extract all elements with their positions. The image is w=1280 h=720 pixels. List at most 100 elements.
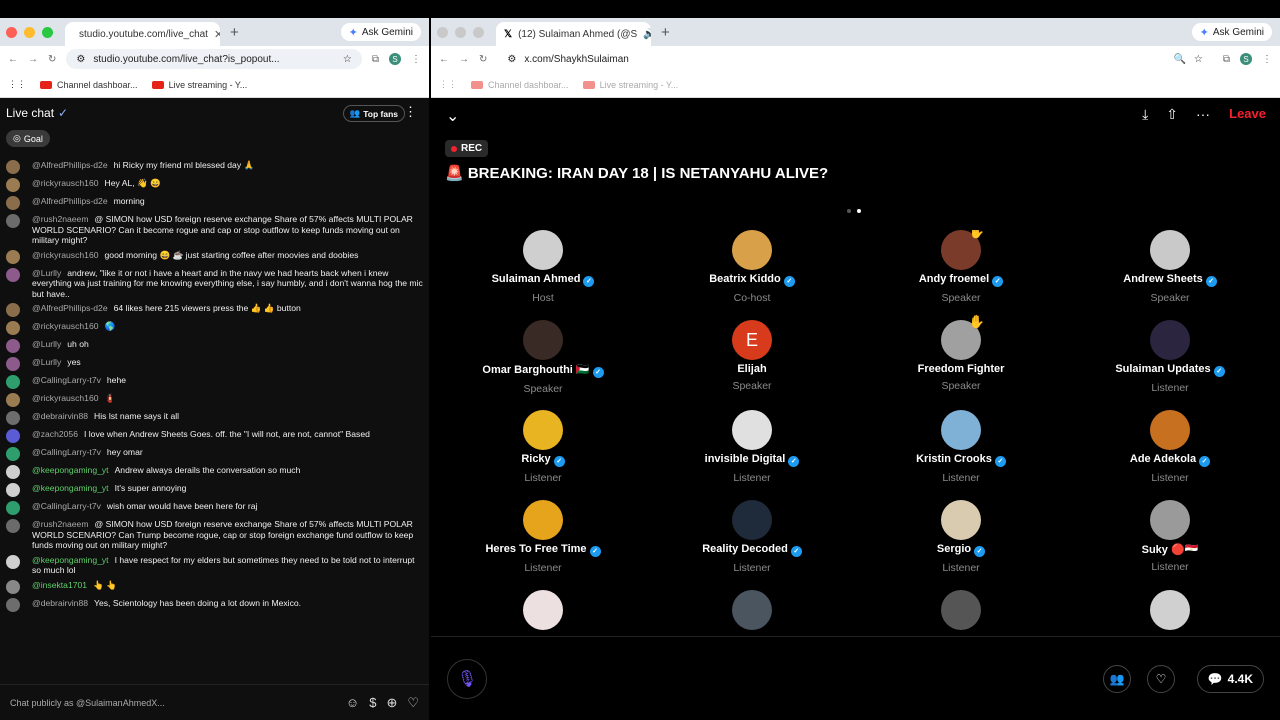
author-avatar[interactable] — [6, 447, 20, 461]
participant[interactable]: Omar Barghouthi 🇵🇸 ✓ Speaker — [443, 320, 643, 395]
author-name[interactable]: @Lurlly — [32, 268, 61, 278]
page-dot[interactable] — [857, 209, 861, 213]
chat-message[interactable]: @rickyrausch160 Hey AL, 👋 😀 — [0, 176, 429, 194]
author-name[interactable]: @rickyrausch160 — [32, 321, 99, 331]
participant[interactable]: ✋ Freedom Fighter Speaker — [861, 314, 1061, 392]
new-tab-button[interactable]: + — [230, 24, 239, 41]
participant-avatar[interactable] — [732, 590, 772, 630]
site-info-icon[interactable]: ⚙ — [76, 54, 85, 65]
author-avatar[interactable] — [6, 303, 20, 317]
author-avatar[interactable] — [6, 579, 20, 594]
participant-avatar[interactable]: ✋ — [941, 314, 985, 360]
bookmark-star-icon[interactable]: ☆ — [343, 54, 352, 65]
extensions-icon[interactable]: ⧉ — [372, 54, 379, 65]
participant-avatar[interactable]: E — [732, 320, 772, 360]
author-avatar[interactable] — [6, 249, 20, 264]
browser-tab[interactable]: 𝕏 (12) Sulaiman Ahmed (@S 🔊 ✕ — [496, 22, 651, 46]
author-name[interactable]: @debrairvin88 — [32, 598, 88, 608]
forward-icon[interactable]: → — [28, 54, 38, 65]
zoom-icon[interactable]: 🔍 — [1173, 54, 1185, 65]
author-avatar[interactable] — [6, 429, 20, 443]
participant[interactable] — [861, 590, 1061, 630]
author-avatar[interactable] — [6, 160, 20, 174]
author-avatar[interactable] — [6, 214, 20, 228]
participant-avatar[interactable] — [1150, 230, 1190, 270]
bookmark-live-streaming[interactable]: Live streaming - Y... — [582, 80, 678, 90]
chat-message[interactable]: @Lurlly yes — [0, 355, 429, 373]
page-dot[interactable] — [847, 209, 851, 213]
chat-message[interactable]: @insekta1701 👆 👆 — [0, 578, 429, 596]
close-tab-icon[interactable]: ✕ — [214, 28, 220, 41]
bookmark-star-icon[interactable]: ☆ — [1194, 54, 1203, 65]
chat-message[interactable]: @CallingLarry-t7v hehe — [0, 373, 429, 391]
participant-avatar[interactable] — [523, 590, 563, 630]
participant[interactable]: Ricky ✓ Listener — [443, 410, 643, 484]
apps-icon[interactable]: ⋮⋮ — [8, 79, 26, 90]
minimize-window-icon[interactable] — [455, 26, 466, 38]
participant[interactable] — [1070, 590, 1270, 630]
author-avatar[interactable] — [6, 411, 20, 425]
url-field[interactable]: ⚙ studio.youtube.com/live_chat?is_popout… — [66, 49, 362, 69]
maximize-window-icon[interactable] — [42, 26, 53, 38]
back-icon[interactable]: ← — [8, 54, 18, 65]
participant-avatar[interactable] — [1150, 500, 1190, 540]
participant-avatar[interactable] — [941, 410, 981, 450]
participant-avatar[interactable] — [732, 500, 772, 540]
author-avatar[interactable] — [6, 501, 20, 515]
participant[interactable]: Heres To Free Time ✓ Listener — [443, 500, 643, 574]
chat-message[interactable]: @rush2naeem @ SIMON how USD foreign reser… — [0, 517, 429, 553]
back-icon[interactable]: ← — [439, 54, 449, 65]
chat-message[interactable]: @keepongaming_yt I have respect for my el… — [0, 553, 429, 578]
chat-message[interactable]: @rickyrausch160 good morning 😄 ☕ just sta… — [0, 248, 429, 266]
more-icon[interactable]: ··· — [1196, 106, 1210, 123]
chat-message[interactable]: @Lurlly andrew, "like it or not i have a … — [0, 266, 429, 302]
author-name[interactable]: @CallingLarry-t7v — [32, 501, 101, 511]
chat-message[interactable]: @AlfredPhillips-d2e hi Ricky my friend ml… — [0, 158, 429, 176]
author-avatar[interactable] — [6, 357, 20, 371]
author-name[interactable]: @AlfredPhillips-d2e — [32, 303, 108, 313]
chevron-down-icon[interactable]: ⌄ — [446, 106, 459, 126]
chat-message[interactable]: @rickyrausch160 🌎 — [0, 319, 429, 337]
bookmark-channel-dashboard[interactable]: Channel dashboar... — [471, 80, 569, 90]
chat-message[interactable]: @keepongaming_yt Andrew always derails th… — [0, 463, 429, 481]
participant[interactable] — [443, 590, 643, 630]
author-avatar[interactable] — [6, 339, 20, 353]
emoji-icon[interactable]: ☺ — [346, 695, 359, 711]
chat-message[interactable]: @CallingLarry-t7v hey omar — [0, 445, 429, 463]
author-name[interactable]: @rickyrausch160 — [32, 250, 99, 260]
participant[interactable]: Sulaiman Ahmed ✓ Host — [443, 230, 643, 304]
participant-avatar[interactable]: ✋ — [941, 230, 985, 270]
top-fans-button[interactable]: 👥 Top fans — [342, 105, 405, 122]
chat-message[interactable]: @CallingLarry-t7v wish omar would have be… — [0, 499, 429, 517]
minimize-space-icon[interactable]: ⤓ — [1142, 106, 1148, 123]
goal-chip[interactable]: ◎ Goal — [6, 130, 50, 147]
bookmark-live-streaming[interactable]: Live streaming - Y... — [151, 80, 247, 90]
participant[interactable] — [652, 590, 852, 630]
browser-tab[interactable]: studio.youtube.com/live_chat ✕ — [65, 22, 220, 46]
forward-icon[interactable]: → — [459, 54, 469, 65]
menu-icon[interactable]: ⋮ — [1262, 54, 1272, 65]
participant[interactable]: Reality Decoded ✓ Listener — [652, 500, 852, 574]
author-name[interactable]: @keepongaming_yt — [32, 483, 109, 493]
participant-avatar[interactable] — [732, 230, 772, 270]
participant[interactable]: E Elijah Speaker — [652, 320, 852, 392]
minimize-window-icon[interactable] — [24, 26, 35, 38]
author-name[interactable]: @debrairvin88 — [32, 411, 88, 421]
speaker-icon[interactable]: 🔊 — [643, 29, 651, 40]
comments-button[interactable]: 💬 4.4K — [1196, 665, 1264, 693]
apps-icon[interactable]: ⋮⋮ — [439, 79, 457, 90]
participant[interactable]: Sulaiman Updates ✓ Listener — [1070, 320, 1270, 394]
chat-message[interactable]: @debrairvin88 His lst name says it all — [0, 409, 429, 427]
author-avatar[interactable] — [6, 196, 20, 210]
participant-avatar[interactable] — [523, 320, 563, 360]
chat-message-list[interactable]: @AlfredPhillips-d2e hi Ricky my friend ml… — [0, 158, 429, 698]
maximize-window-icon[interactable] — [473, 26, 484, 38]
chat-message[interactable]: @debrairvin88 Yes, Scientology has been d… — [0, 596, 429, 614]
author-name[interactable]: @zach2056 — [32, 429, 78, 439]
chat-message[interactable]: @AlfredPhillips-d2e 64 likes here 215 vie… — [0, 301, 429, 319]
participant[interactable]: invisible Digital ✓ Listener — [652, 410, 852, 484]
author-name[interactable]: @rickyrausch160 — [32, 393, 99, 403]
chat-message[interactable]: @zach2056 I love when Andrew Sheets Goes.… — [0, 427, 429, 445]
participant[interactable]: Ade Adekola ✓ Listener — [1070, 410, 1270, 484]
author-avatar[interactable] — [6, 393, 20, 407]
